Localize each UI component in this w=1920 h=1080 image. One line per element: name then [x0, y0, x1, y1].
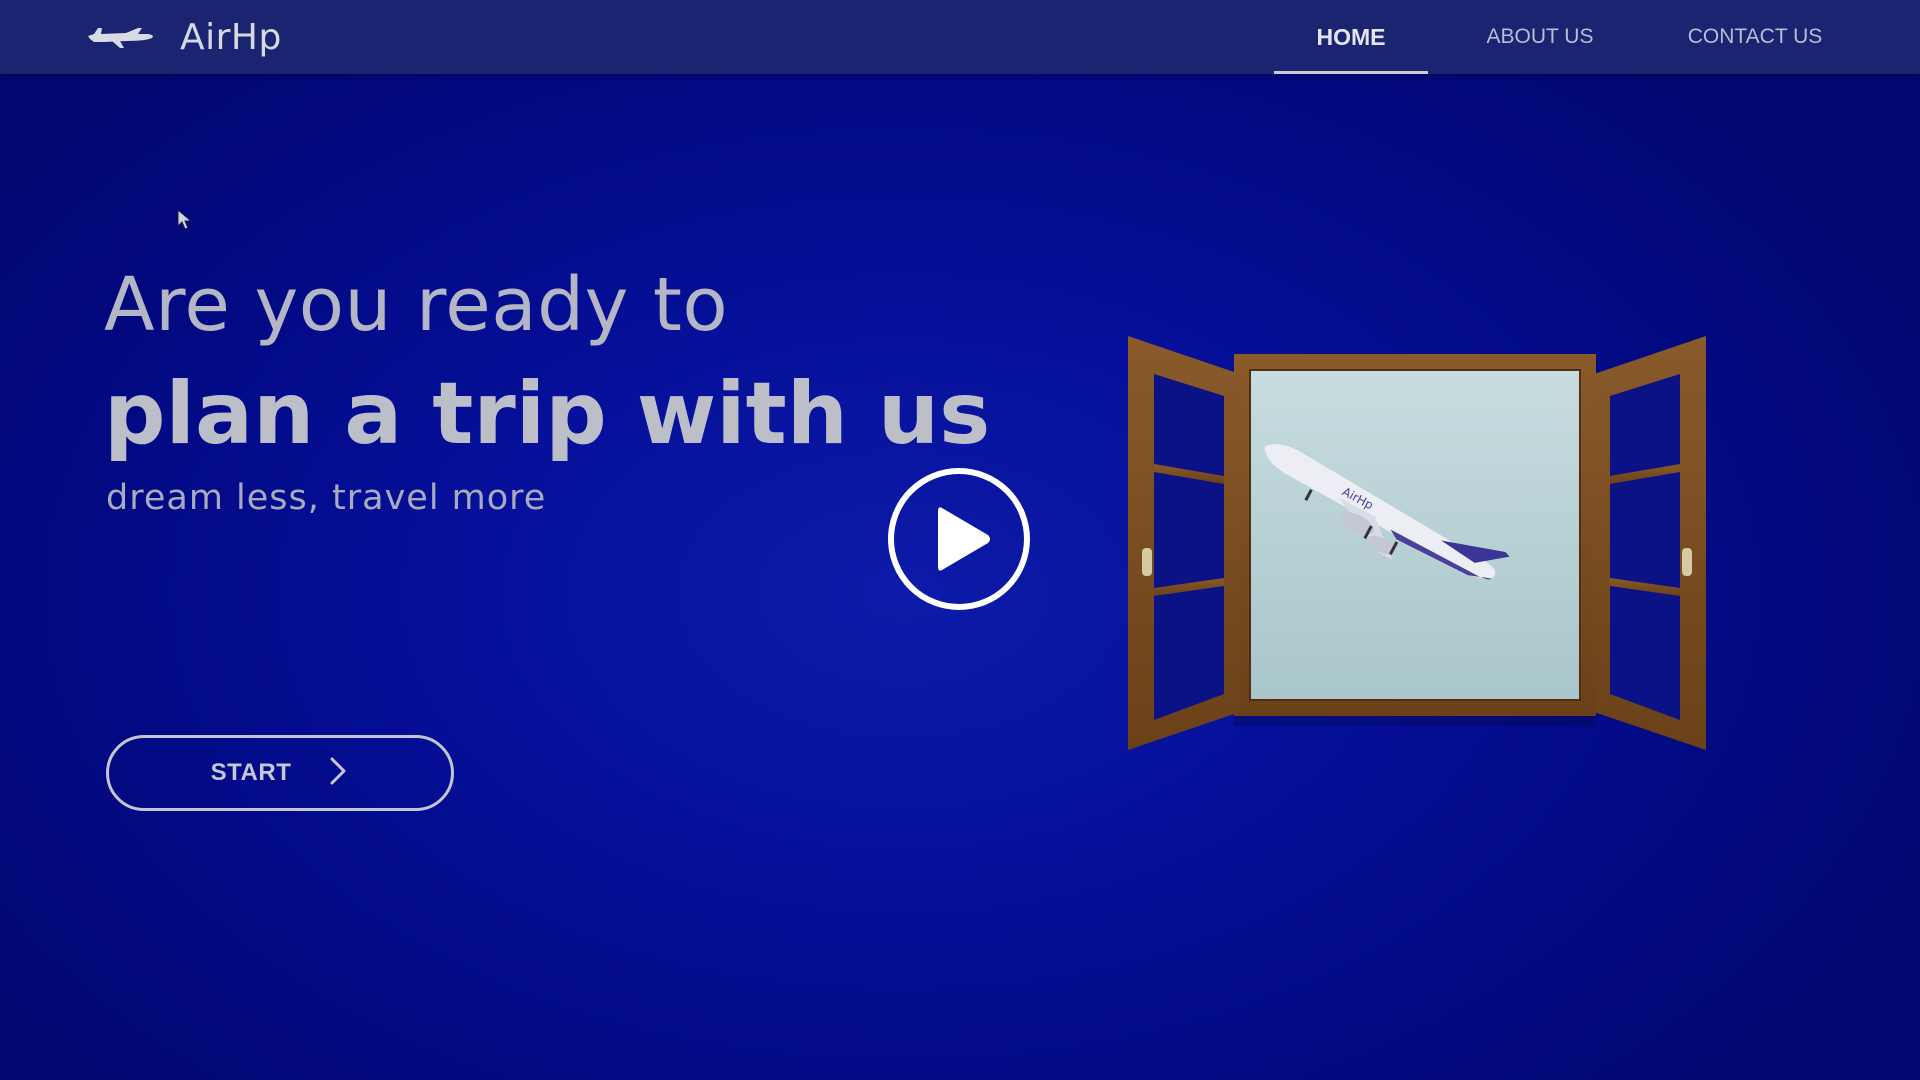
nav-contact-us[interactable]: CONTACT US	[1670, 0, 1840, 74]
page: AirHp HOME ABOUT US CONTACT US Are you r…	[0, 0, 1920, 1080]
chevron-right-icon	[327, 756, 349, 790]
brand-name: AirHp	[180, 16, 282, 58]
window-airplane-illustration: AirHp	[1124, 334, 1710, 752]
start-button[interactable]: START	[106, 735, 454, 811]
nav-home[interactable]: HOME	[1274, 0, 1428, 74]
nav-about-us[interactable]: ABOUT US	[1460, 0, 1620, 74]
start-button-label: START	[210, 759, 292, 786]
hero-tagline: dream less, travel more	[106, 478, 547, 518]
top-navbar: AirHp HOME ABOUT US CONTACT US	[0, 0, 1920, 74]
play-icon	[888, 468, 1030, 610]
airplane-icon	[86, 24, 156, 50]
hero-heading-line1: Are you ready to	[104, 262, 729, 348]
mouse-cursor-icon	[177, 208, 193, 235]
hero-heading-line2: plan a trip with us	[104, 364, 991, 464]
play-video-button[interactable]	[886, 466, 1032, 612]
brand[interactable]: AirHp	[86, 12, 282, 62]
